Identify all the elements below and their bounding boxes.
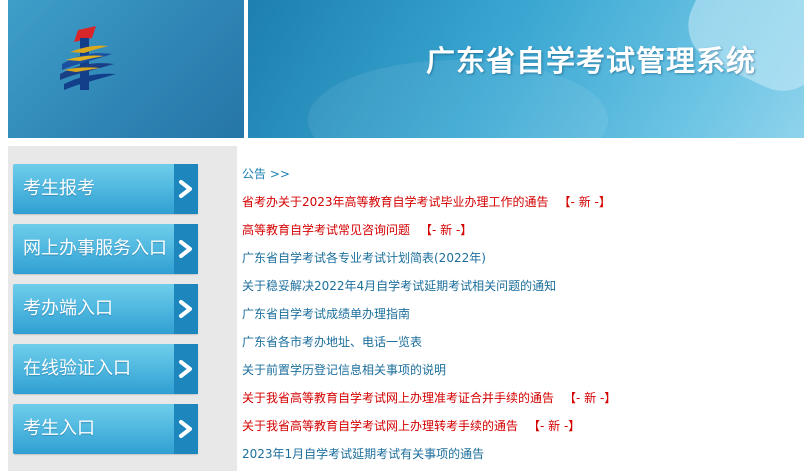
notice-link[interactable]: 2023年1月自学考试延期考试有关事项的通告 <box>242 447 484 461</box>
notice-item: 关于我省高等教育自学考试网上办理转考手续的通告 【- 新 -】 <box>242 412 802 440</box>
notice-item: 关于前置学历登记信息相关事项的说明 <box>242 356 802 384</box>
notice-item: 关于我省高等教育自学考试网上办理准考证合并手续的通告 【- 新 -】 <box>242 384 802 412</box>
chevron-right-icon <box>174 224 198 274</box>
logo-panel <box>8 0 244 138</box>
sidebar-item-label: 考生报考 <box>23 178 95 199</box>
new-badge: 【- 新 -】 <box>558 195 611 209</box>
notice-link[interactable]: 关于我省高等教育自学考试网上办理准考证合并手续的通告 <box>242 391 554 405</box>
new-badge: 【- 新 -】 <box>420 223 473 237</box>
chevron-right-icon <box>174 344 198 394</box>
page-title: 广东省自学考试管理系统 <box>425 44 756 78</box>
sidebar-item-label: 网上办事服务入口 <box>23 238 167 259</box>
notice-link[interactable]: 省考办关于2023年高等教育自学考试毕业办理工作的通告 <box>242 195 549 209</box>
notice-item: 高等教育自学考试常见咨询问题 【- 新 -】 <box>242 216 802 244</box>
notice-item: 广东省各市考办地址、电话一览表 <box>242 328 802 356</box>
notice-item: 广东省自学考试成绩单办理指南 <box>242 300 802 328</box>
sidebar-item-label: 在线验证入口 <box>23 358 131 379</box>
notice-link[interactable]: 广东省自学考试成绩单办理指南 <box>242 307 410 321</box>
new-badge: 【- 新 -】 <box>528 419 581 433</box>
sidebar-item-online-service[interactable]: 网上办事服务入口 <box>13 224 198 274</box>
breadcrumb: 公告 >> <box>242 167 290 181</box>
chevron-right-icon <box>174 404 198 454</box>
sidebar-item-apply[interactable]: 考生报考 <box>13 164 198 214</box>
sidebar-item-office-portal[interactable]: 考办端入口 <box>13 284 198 334</box>
chevron-right-icon <box>174 164 198 214</box>
notice-link[interactable]: 关于稳妥解决2022年4月自学考试延期考试相关问题的通知 <box>242 279 556 293</box>
notice-item: 关于稳妥解决2022年4月自学考试延期考试相关问题的通知 <box>242 272 802 300</box>
notice-link[interactable]: 广东省各市考办地址、电话一览表 <box>242 335 422 349</box>
notice-link[interactable]: 高等教育自学考试常见咨询问题 <box>242 223 410 237</box>
chevron-right-icon <box>174 284 198 334</box>
notice-item: 省考办关于2023年高等教育自学考试毕业办理工作的通告 【- 新 -】 <box>242 188 802 216</box>
new-badge: 【- 新 -】 <box>564 391 617 405</box>
sidebar-item-label: 考办端入口 <box>23 298 113 319</box>
exam-system-logo <box>60 26 116 90</box>
notice-panel: 公告 >> 省考办关于2023年高等教育自学考试毕业办理工作的通告 【- 新 -】… <box>242 160 802 468</box>
sidebar-item-student-login[interactable]: 考生入口 <box>13 404 198 454</box>
notice-list: 省考办关于2023年高等教育自学考试毕业办理工作的通告 【- 新 -】 高等教育自学… <box>242 188 802 468</box>
notice-item: 2023年1月自学考试延期考试有关事项的通告 <box>242 440 802 468</box>
page-header: 广东省自学考试管理系统 <box>0 0 804 140</box>
notice-link[interactable]: 关于前置学历登记信息相关事项的说明 <box>242 363 446 377</box>
sidebar-item-online-verify[interactable]: 在线验证入口 <box>13 344 198 394</box>
sidebar: 考生报考 网上办事服务入口 考办端入口 在线验证入口 考生入口 <box>8 146 237 471</box>
notice-link[interactable]: 关于我省高等教育自学考试网上办理转考手续的通告 <box>242 419 518 433</box>
notice-item: 广东省自学考试各专业考试计划简表(2022年) <box>242 244 802 272</box>
sidebar-item-label: 考生入口 <box>23 418 95 439</box>
header-banner: 广东省自学考试管理系统 <box>248 0 804 138</box>
notice-link[interactable]: 广东省自学考试各专业考试计划简表(2022年) <box>242 251 486 265</box>
